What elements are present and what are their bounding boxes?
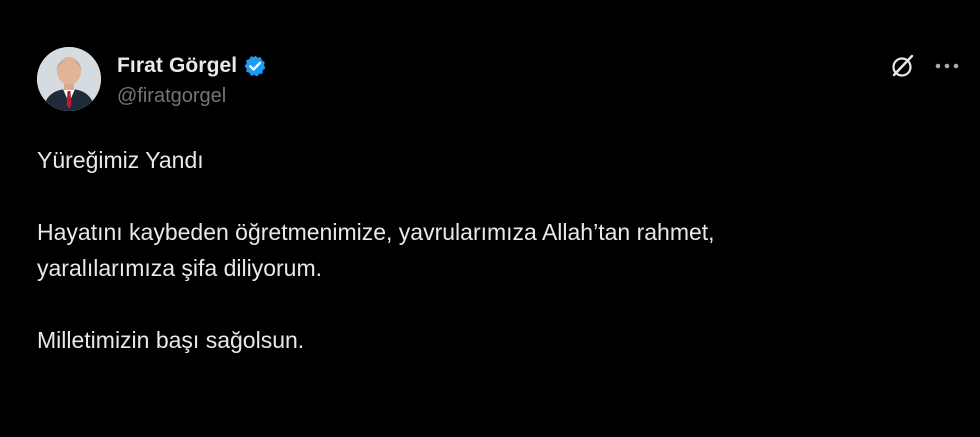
verified-badge-icon (243, 54, 267, 78)
author-name-row: Fırat Görgel (117, 52, 267, 80)
grok-icon[interactable] (890, 53, 916, 79)
author-handle[interactable]: @firatgorgel (117, 85, 226, 108)
author-display-name[interactable]: Fırat Görgel (117, 54, 237, 78)
tweet-line-body-2: yaralılarımıza şifa diliyorum. (37, 255, 323, 281)
tweet-line-closing: Milletimizin başı sağolsun. (37, 327, 305, 353)
tweet-card[interactable]: Fırat Görgel @firatgorgel Yüreğimiz Yand… (0, 0, 980, 437)
more-options-icon[interactable] (933, 53, 961, 79)
avatar[interactable] (37, 47, 101, 111)
tweet-line-body-1: Hayatını kaybeden öğretmenimize, yavrula… (37, 219, 715, 245)
tweet-line-title: Yüreğimiz Yandı (37, 147, 204, 173)
tweet-text: Yüreğimiz Yandı Hayatını kaybeden öğretm… (37, 142, 937, 358)
avatar-image (37, 47, 101, 111)
